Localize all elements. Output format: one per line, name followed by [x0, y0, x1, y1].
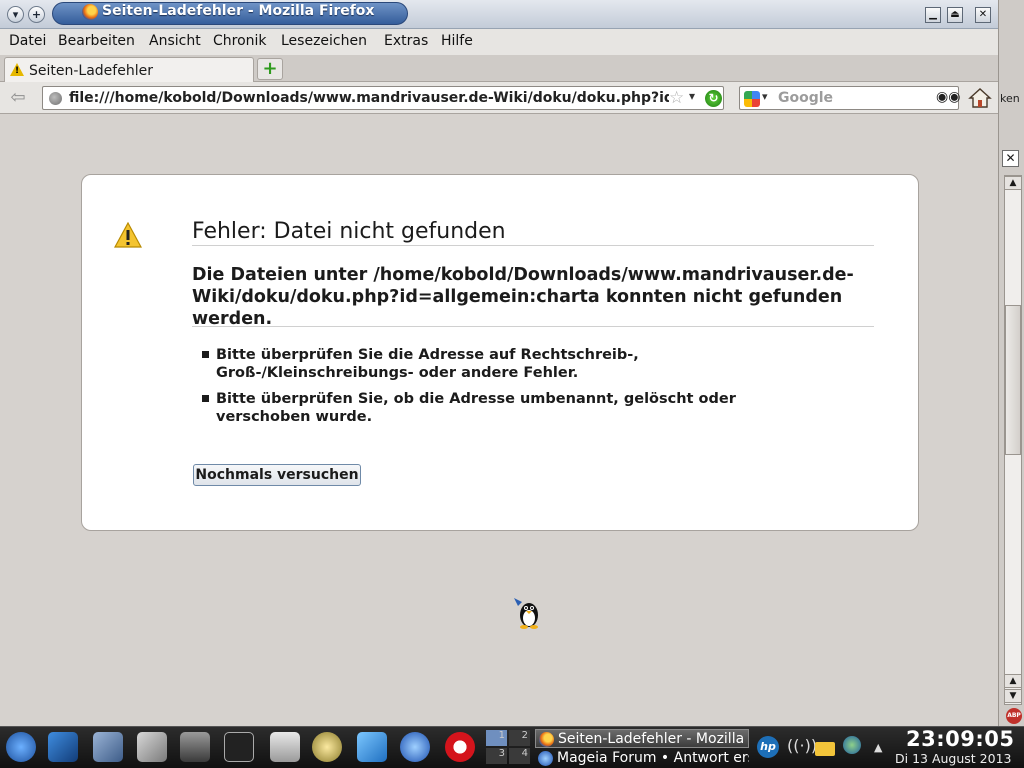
- window-keep-above-button[interactable]: +: [28, 6, 45, 23]
- error-description: Die Dateien unter /home/kobold/Downloads…: [192, 265, 854, 329]
- reload-icon[interactable]: ↻: [705, 90, 722, 107]
- clock-date[interactable]: Di 13 August 2013: [895, 751, 1011, 766]
- maximize-button[interactable]: ⏏: [947, 7, 963, 23]
- tab-label: Seiten-Ladefehler: [29, 63, 153, 79]
- bookmark-star-icon[interactable]: ☆: [669, 88, 684, 108]
- pager-desktop-2[interactable]: 2: [509, 730, 530, 746]
- pager-desktop-3[interactable]: 3: [486, 748, 507, 764]
- menu-chronik[interactable]: Chronik: [213, 33, 267, 49]
- error-hint: Bitte überprüfen Sie, ob die Adresse umb…: [200, 390, 810, 426]
- desktop-pager[interactable]: 1 2 3 4: [486, 730, 530, 764]
- warning-icon: !: [10, 63, 24, 76]
- adblock-icon[interactable]: ABP: [1006, 708, 1022, 724]
- clock-time[interactable]: 23:09:05: [906, 727, 1014, 751]
- mail-client-icon[interactable]: [400, 732, 430, 762]
- hp-icon[interactable]: hp: [757, 736, 779, 758]
- pager-desktop-4[interactable]: 4: [509, 748, 530, 764]
- menu-bearbeiten[interactable]: Bearbeiten: [58, 33, 135, 49]
- network-globe-icon[interactable]: [843, 736, 861, 754]
- sidebar-close-icon[interactable]: ✕: [1002, 150, 1019, 167]
- search-engine-dropdown-icon[interactable]: ▾: [762, 90, 768, 103]
- url-bar[interactable]: file:///home/kobold/Downloads/www.mandri…: [42, 86, 724, 110]
- configuration-tools-icon[interactable]: [137, 732, 167, 762]
- menu-hilfe[interactable]: Hilfe: [441, 33, 473, 49]
- window-menu-button[interactable]: ▾: [7, 6, 24, 23]
- tray-expand-icon[interactable]: ▲: [874, 741, 882, 754]
- back-button[interactable]: ⇦: [6, 87, 30, 109]
- calculator-icon[interactable]: [270, 732, 300, 762]
- menubar: Datei Bearbeiten Ansicht Chronik Lesezei…: [0, 29, 998, 55]
- wireless-icon[interactable]: ((·)): [787, 736, 817, 755]
- divider: [192, 245, 874, 246]
- taskbar-task-mageia-forum[interactable]: Mageia Forum • Antwort erstellen: [535, 749, 749, 768]
- menu-datei[interactable]: Datei: [9, 33, 46, 49]
- start-menu-icon[interactable]: [6, 732, 36, 762]
- error-hint-list: Bitte überprüfen Sie die Adresse auf Rec…: [200, 346, 810, 434]
- tabbar: ! Seiten-Ladefehler +: [0, 55, 998, 83]
- error-hint: Bitte überprüfen Sie die Adresse auf Rec…: [200, 346, 810, 382]
- media-player-icon[interactable]: [180, 732, 210, 762]
- menu-extras[interactable]: Extras: [384, 33, 428, 49]
- tux-cursor-icon: [514, 598, 538, 629]
- site-identity-icon[interactable]: [49, 92, 62, 105]
- pager-desktop-1[interactable]: 1: [486, 730, 507, 746]
- retry-button[interactable]: Nochmals versuchen: [193, 464, 361, 486]
- taskbar-task-firefox[interactable]: Seiten-Ladefehler - Mozilla Firefox: [535, 729, 749, 748]
- url-history-dropdown-icon[interactable]: ▾: [689, 89, 695, 103]
- tab-seiten-ladefehler[interactable]: ! Seiten-Ladefehler: [4, 57, 254, 83]
- show-desktop-icon[interactable]: [48, 732, 78, 762]
- divider: [192, 326, 874, 327]
- binoculars-search-icon[interactable]: ◉◉: [936, 89, 960, 105]
- error-title: Fehler: Datei nicht gefunden: [192, 219, 506, 244]
- search-input[interactable]: Google: [778, 90, 833, 106]
- home-icon[interactable]: [968, 86, 992, 110]
- scroll-down-arrow-icon[interactable]: ▼: [1004, 689, 1022, 703]
- task-label: Mageia Forum • Antwort erstellen: [557, 750, 749, 766]
- system-tools-icon[interactable]: [93, 732, 123, 762]
- task-label: Seiten-Ladefehler - Mozilla Firefox: [558, 731, 748, 747]
- scroll-up-arrow-icon[interactable]: ▲: [1004, 176, 1022, 190]
- firefox-icon: [539, 732, 554, 747]
- sidebar-cut-label: ken: [1000, 92, 1020, 105]
- warning-icon: [114, 222, 142, 248]
- scrollbar-thumb[interactable]: [1005, 305, 1021, 455]
- window-title: Seiten-Ladefehler - Mozilla Firefox: [102, 3, 375, 19]
- google-engine-icon[interactable]: [744, 91, 760, 107]
- url-text[interactable]: file:///home/kobold/Downloads/www.mandri…: [69, 90, 669, 106]
- minimize-button[interactable]: ▁: [925, 7, 941, 23]
- network-icon[interactable]: [357, 732, 387, 762]
- navigation-toolbar: ⇦ file:///home/kobold/Downloads/www.mand…: [0, 82, 998, 114]
- menu-lesezeichen[interactable]: Lesezeichen: [281, 33, 367, 49]
- telephone-icon[interactable]: [312, 732, 342, 762]
- terminal-icon[interactable]: [224, 732, 254, 762]
- window-titlebar: ▾ + Seiten-Ladefehler - Mozilla Firefox …: [0, 0, 998, 29]
- search-bar[interactable]: ▾ Google ◉◉: [739, 86, 960, 110]
- folder-icon[interactable]: [815, 742, 835, 756]
- scroll-up-arrow-icon[interactable]: ▲: [1004, 674, 1022, 688]
- close-button[interactable]: ✕: [975, 7, 991, 23]
- mail-client-icon: [538, 751, 553, 766]
- menu-ansicht[interactable]: Ansicht: [149, 33, 201, 49]
- opera-browser-icon[interactable]: [445, 732, 475, 762]
- firefox-icon: [82, 4, 98, 20]
- new-tab-button[interactable]: +: [257, 58, 283, 80]
